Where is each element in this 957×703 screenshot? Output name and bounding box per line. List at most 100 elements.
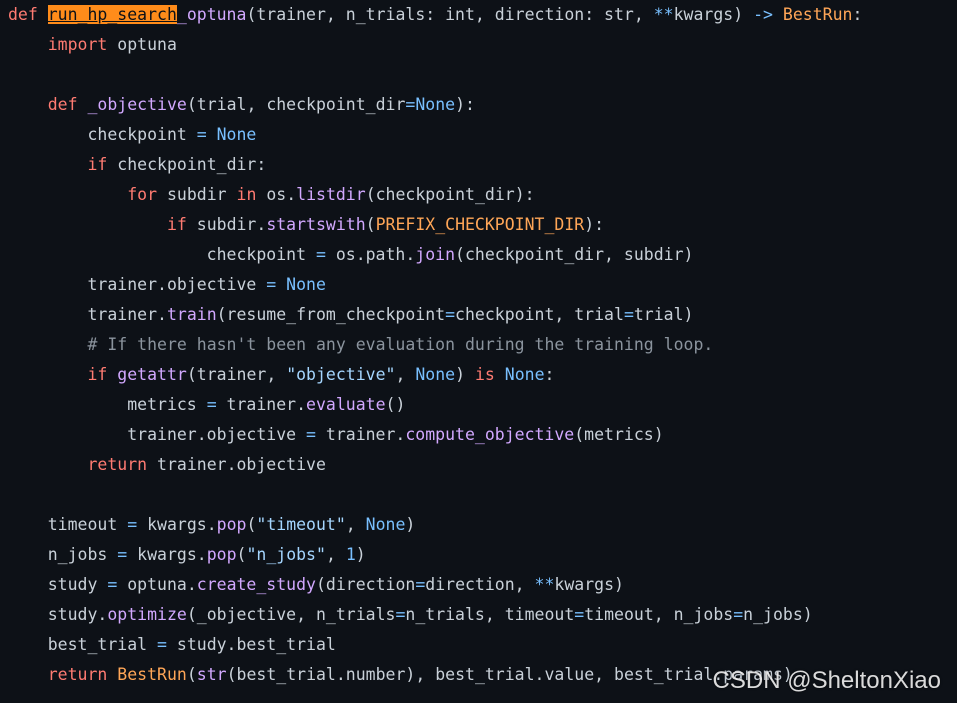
code-line: def run_hp_search_optuna(trainer, n_tria… [8, 0, 957, 30]
code-token: = [266, 275, 277, 294]
code-token: (trainer, [186, 365, 287, 384]
code-token: best_trial [8, 635, 158, 654]
code-token: = [315, 245, 326, 264]
code-token: ( [236, 545, 247, 564]
code-token: (checkpoint_dir, subdir) [455, 245, 694, 264]
code-token: = [445, 305, 456, 324]
code-token: = [127, 515, 138, 534]
code-token: os. [256, 185, 297, 204]
code-token: = [117, 545, 128, 564]
code-token: trainer.objective [8, 275, 267, 294]
code-token: = [405, 95, 416, 114]
code-token: (_objective, n_trials [186, 605, 396, 624]
code-line: timeout = kwargs.pop("timeout", None) [8, 510, 957, 540]
code-token: checkpoint, trial [455, 305, 624, 324]
code-token: "timeout" [256, 515, 346, 534]
code-line: import optuna [8, 30, 957, 60]
code-token: if [87, 155, 108, 174]
code-token: None [415, 95, 456, 114]
code-token: str [196, 665, 227, 684]
code-token: ** [653, 5, 674, 24]
code-token: None [504, 365, 545, 384]
code-token: ) [455, 365, 475, 384]
code-line: trainer.objective = trainer.compute_obje… [8, 420, 957, 450]
code-token: create_study [196, 575, 316, 594]
code-token: def [8, 5, 48, 24]
code-token: = [206, 395, 217, 414]
code-token: optuna. [117, 575, 197, 594]
code-line: study = optuna.create_study(direction=di… [8, 570, 957, 600]
code-token: # If there hasn't been any evaluation du… [87, 335, 714, 354]
code-line: best_trial = study.best_trial [8, 630, 957, 660]
code-token: PREFIX_CHECKPOINT_DIR [375, 215, 585, 234]
code-token: if [166, 215, 187, 234]
code-token: None [365, 515, 406, 534]
code-token: 1 [345, 545, 356, 564]
highlighted-token: run_hp_search [47, 5, 177, 24]
code-token: trainer. [8, 305, 167, 324]
code-line: def _objective(trial, checkpoint_dir=Non… [8, 90, 957, 120]
code-line: metrics = trainer.evaluate() [8, 390, 957, 420]
code-token: join [415, 245, 456, 264]
code-token: = [574, 605, 585, 624]
code-editor: def run_hp_search_optuna(trainer, n_tria… [8, 0, 957, 703]
code-token: listdir [296, 185, 366, 204]
code-token: train [166, 305, 217, 324]
code-token: , [395, 365, 416, 384]
code-token: import [47, 35, 108, 54]
code-token: kwargs) [673, 5, 754, 24]
code-token: direction, [425, 575, 535, 594]
code-token: ) [355, 545, 366, 564]
code-line: if subdir.startswith(PREFIX_CHECKPOINT_D… [8, 210, 957, 240]
code-token: ( [246, 515, 257, 534]
code-line: trainer.objective = None [8, 270, 957, 300]
code-token: kwargs. [127, 545, 207, 564]
code-token: pop [206, 545, 237, 564]
code-token: (best_trial.number), best_trial.value, b… [226, 665, 793, 684]
code-token: return [47, 665, 108, 684]
code-line: for subdir in os.listdir(checkpoint_dir)… [8, 180, 957, 210]
code-token: , [345, 515, 366, 534]
code-token: n_trials, timeout [405, 605, 575, 624]
code-token: os.path. [325, 245, 416, 264]
code-token: None [415, 365, 456, 384]
code-token: kwargs. [137, 515, 217, 534]
code-line: trainer.train(resume_from_checkpoint=che… [8, 300, 957, 330]
code-token: , [325, 545, 346, 564]
code-token: ( [365, 215, 376, 234]
code-token: trainer. [315, 425, 406, 444]
code-token: (direction [315, 575, 416, 594]
code-token: : [852, 5, 863, 24]
code-token: (trainer, n_trials: int, direction: str, [246, 5, 654, 24]
code-token: -> [753, 5, 773, 24]
code-token: = [107, 575, 118, 594]
code-token: in [236, 185, 257, 204]
code-token: n_jobs) [743, 605, 813, 624]
code-token: checkpoint [8, 245, 316, 264]
code-token: ( [186, 665, 197, 684]
code-token: study. [8, 605, 108, 624]
code-token: metrics [8, 395, 207, 414]
code-token: for [127, 185, 158, 204]
code-token: "n_jobs" [246, 545, 326, 564]
code-token: = [733, 605, 744, 624]
watermark: CSDN @SheltonXiao [712, 667, 941, 694]
code-token: startswith [266, 215, 366, 234]
code-token: kwargs) [554, 575, 624, 594]
code-token: checkpoint_dir: [107, 155, 267, 174]
code-token: _objective [87, 95, 187, 114]
code-token: = [415, 575, 426, 594]
code-token: = [623, 305, 634, 324]
code-token: trial) [633, 305, 694, 324]
